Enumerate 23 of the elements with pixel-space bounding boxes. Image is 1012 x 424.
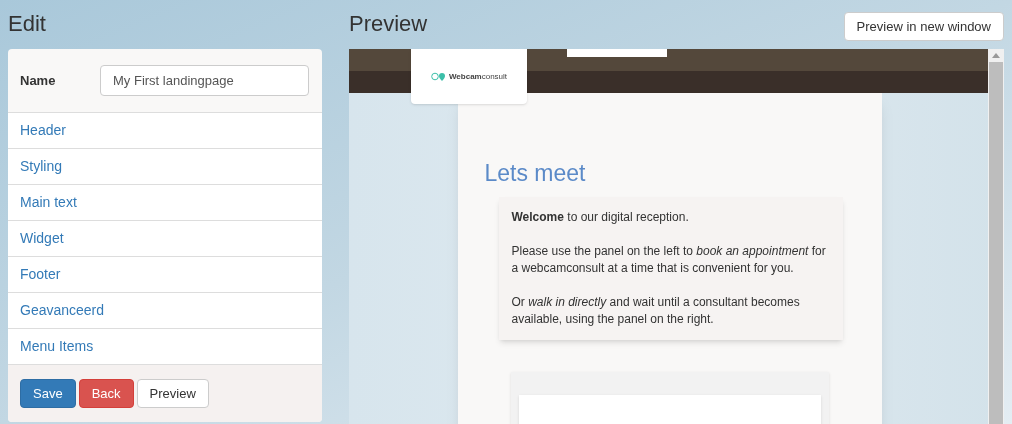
section-item[interactable]: Header [8, 112, 322, 148]
section-item[interactable]: Main text [8, 184, 322, 220]
scrollbar-thumb[interactable] [989, 62, 1003, 424]
preview-button[interactable]: Preview [136, 379, 209, 408]
section-item[interactable]: Menu Items [8, 328, 322, 364]
section-item[interactable]: Geavanceerd [8, 292, 322, 328]
welcome-paragraph: Please use the panel on the left to book an appointment for a webcamconsult at a time that is convenient for you. [511, 243, 827, 277]
name-field[interactable]: My First landingpage [100, 65, 309, 96]
welcome-paragraph: Welcome to our digital reception. [511, 209, 690, 226]
scroll-up-icon[interactable] [992, 53, 1000, 58]
page-heading: Lets meet [484, 159, 587, 187]
section-item[interactable]: Styling [8, 148, 322, 184]
save-button[interactable]: Save [20, 379, 76, 408]
welcome-paragraph: Or walk in directly and wait until a consultant becomes available, using the panel on the right. [511, 294, 801, 328]
edit-title: Edit [8, 10, 47, 38]
section-item[interactable]: Footer [8, 256, 322, 292]
preview-title: Preview [349, 10, 428, 38]
logo-text: Webcamconsult [448, 70, 508, 83]
logo-icon [430, 72, 447, 81]
preview-in-new-window-button[interactable]: Preview in new window [843, 12, 1004, 41]
section-item[interactable]: Widget [8, 220, 322, 256]
name-label: Name [20, 71, 57, 90]
back-button[interactable]: Back [78, 379, 134, 408]
